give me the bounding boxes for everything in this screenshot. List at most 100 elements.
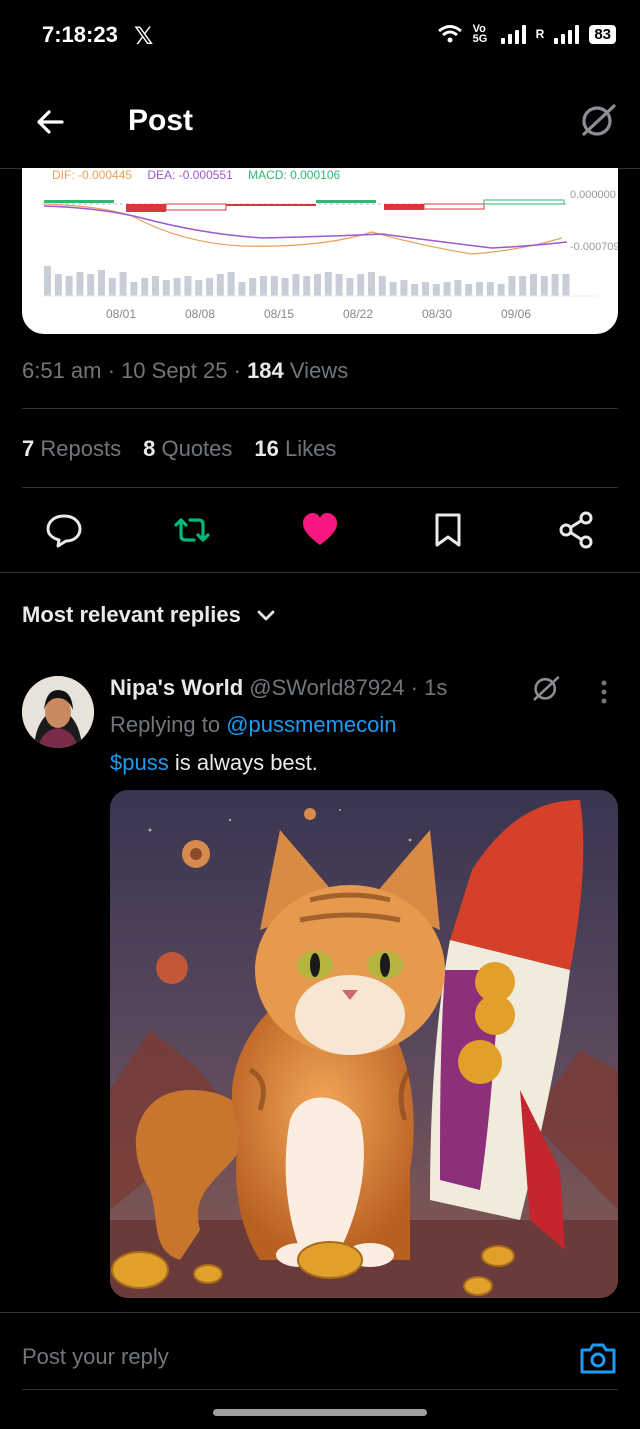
volume-bar: [162, 280, 170, 296]
volume-bar: [346, 278, 354, 296]
reply-composer-input[interactable]: Post your reply: [22, 1344, 169, 1370]
volume-bar: [497, 284, 505, 296]
volume-bar: [292, 274, 300, 296]
volume-bar: [314, 274, 321, 296]
views-label: Views: [289, 358, 349, 383]
volume-bar: [432, 284, 440, 296]
network-label: Vo 5G: [472, 23, 488, 45]
wifi-icon: [437, 25, 462, 43]
volume-bar: [335, 274, 343, 296]
volume-bar: [206, 278, 213, 296]
volume-bar: [195, 280, 203, 296]
volume-bar: [108, 278, 116, 296]
cashtag-link[interactable]: $puss: [110, 750, 169, 775]
volume-bars: [44, 266, 570, 296]
arrow-left-icon[interactable]: [34, 106, 66, 138]
volume-bar: [530, 274, 537, 296]
divider: [0, 1312, 640, 1313]
volume-bar: [551, 274, 559, 296]
hist-red-4: [384, 204, 424, 210]
volume-bar: [270, 276, 278, 296]
hist-green-3: [483, 199, 565, 205]
chart-card[interactable]: DIF: -0.000445 DEA: -0.000551 MACD: 0.00…: [22, 168, 618, 334]
hist-red-2: [165, 203, 227, 211]
volume-bar: [44, 266, 51, 296]
chevron-down-icon[interactable]: [256, 606, 276, 626]
replying-to: Replying to @pussmemecoin: [110, 712, 397, 738]
post-meta: 6:51 am · 10 Sept 25 · 184 Views: [22, 358, 349, 383]
post-time: 6:51 am: [22, 358, 102, 383]
quotes-stat[interactable]: 8 Quotes: [143, 436, 232, 462]
divider: [22, 487, 618, 488]
volume-bar: [562, 274, 570, 296]
hist-red-3: [226, 204, 316, 206]
roaming-label: R: [535, 27, 545, 41]
volume-bar: [98, 270, 105, 296]
reply-icon[interactable]: [44, 510, 84, 550]
volume-bar: [227, 272, 235, 296]
share-icon[interactable]: [556, 510, 596, 550]
author-handle[interactable]: @SWorld87924: [249, 675, 404, 700]
grok-icon[interactable]: [530, 672, 562, 704]
avatar[interactable]: [22, 676, 94, 748]
replies-sort[interactable]: Most relevant replies: [22, 602, 241, 628]
volume-bar: [76, 272, 84, 296]
volume-bar: [260, 276, 267, 296]
volume-bar: [422, 282, 429, 296]
repost-icon[interactable]: [172, 510, 212, 550]
volume-bar: [216, 274, 224, 296]
reply-body: is always best.: [168, 750, 318, 775]
home-indicator[interactable]: [213, 1409, 427, 1416]
volume-bar: [540, 276, 548, 296]
hist-green-1: [44, 200, 114, 203]
reposts-stat[interactable]: 7 Reposts: [22, 436, 121, 462]
heart-icon[interactable]: [300, 510, 340, 550]
date-axis: 08/01 08/08 08/15 08/22 08/30 09/06: [106, 307, 531, 321]
divider: [22, 1389, 618, 1390]
volume-bar: [465, 284, 473, 296]
volume-bar: [303, 276, 311, 296]
volume-bar: [476, 282, 483, 296]
divider: [22, 408, 618, 409]
bookmark-icon[interactable]: [428, 510, 468, 550]
volume-bar: [87, 274, 95, 296]
divider: [0, 572, 640, 573]
post-date: 10 Sept 25: [121, 358, 228, 383]
status-icons: Vo 5G R 83: [437, 23, 616, 45]
replying-prefix: Replying to: [110, 712, 221, 737]
more-options-icon[interactable]: [594, 678, 614, 708]
volume-bar: [411, 284, 419, 296]
volume-bar: [508, 276, 516, 296]
signal-icon-2: [554, 24, 580, 44]
signal-icon: [500, 24, 526, 44]
page-title: Post: [128, 104, 194, 137]
likes-stat[interactable]: 16 Likes: [254, 436, 336, 462]
hist-red-5: [423, 203, 485, 210]
volume-bar: [141, 278, 149, 296]
volume-bar: [378, 276, 386, 296]
status-time: 7:18:23: [42, 22, 118, 47]
volume-bar: [486, 282, 494, 296]
views-count: 184: [247, 358, 284, 383]
reply-author-line: Nipa's World @SWorld87924 · 1s: [110, 675, 447, 701]
reply-time: 1s: [424, 675, 448, 700]
volume-bar: [519, 276, 527, 296]
reply-image[interactable]: [110, 790, 618, 1298]
grok-icon[interactable]: [578, 100, 618, 140]
volume-bar: [65, 276, 73, 296]
dot-separator: ·: [410, 675, 418, 700]
date-tick-label: 09/06: [501, 307, 531, 321]
volume-bar: [152, 276, 159, 296]
date-tick-label: 08/08: [185, 307, 215, 321]
replying-to-handle[interactable]: @pussmemecoin: [226, 712, 396, 737]
volume-bar: [324, 272, 332, 296]
volume-bar: [238, 282, 246, 296]
camera-icon[interactable]: [578, 1338, 618, 1378]
volume-bar: [130, 282, 138, 296]
author-name[interactable]: Nipa's World: [110, 675, 243, 700]
x-logo-icon: 𝕏: [134, 23, 154, 50]
volume-bar: [173, 278, 181, 296]
macd-histogram: [44, 199, 565, 212]
hist-red-1: [126, 204, 166, 212]
volume-bar: [249, 278, 257, 296]
